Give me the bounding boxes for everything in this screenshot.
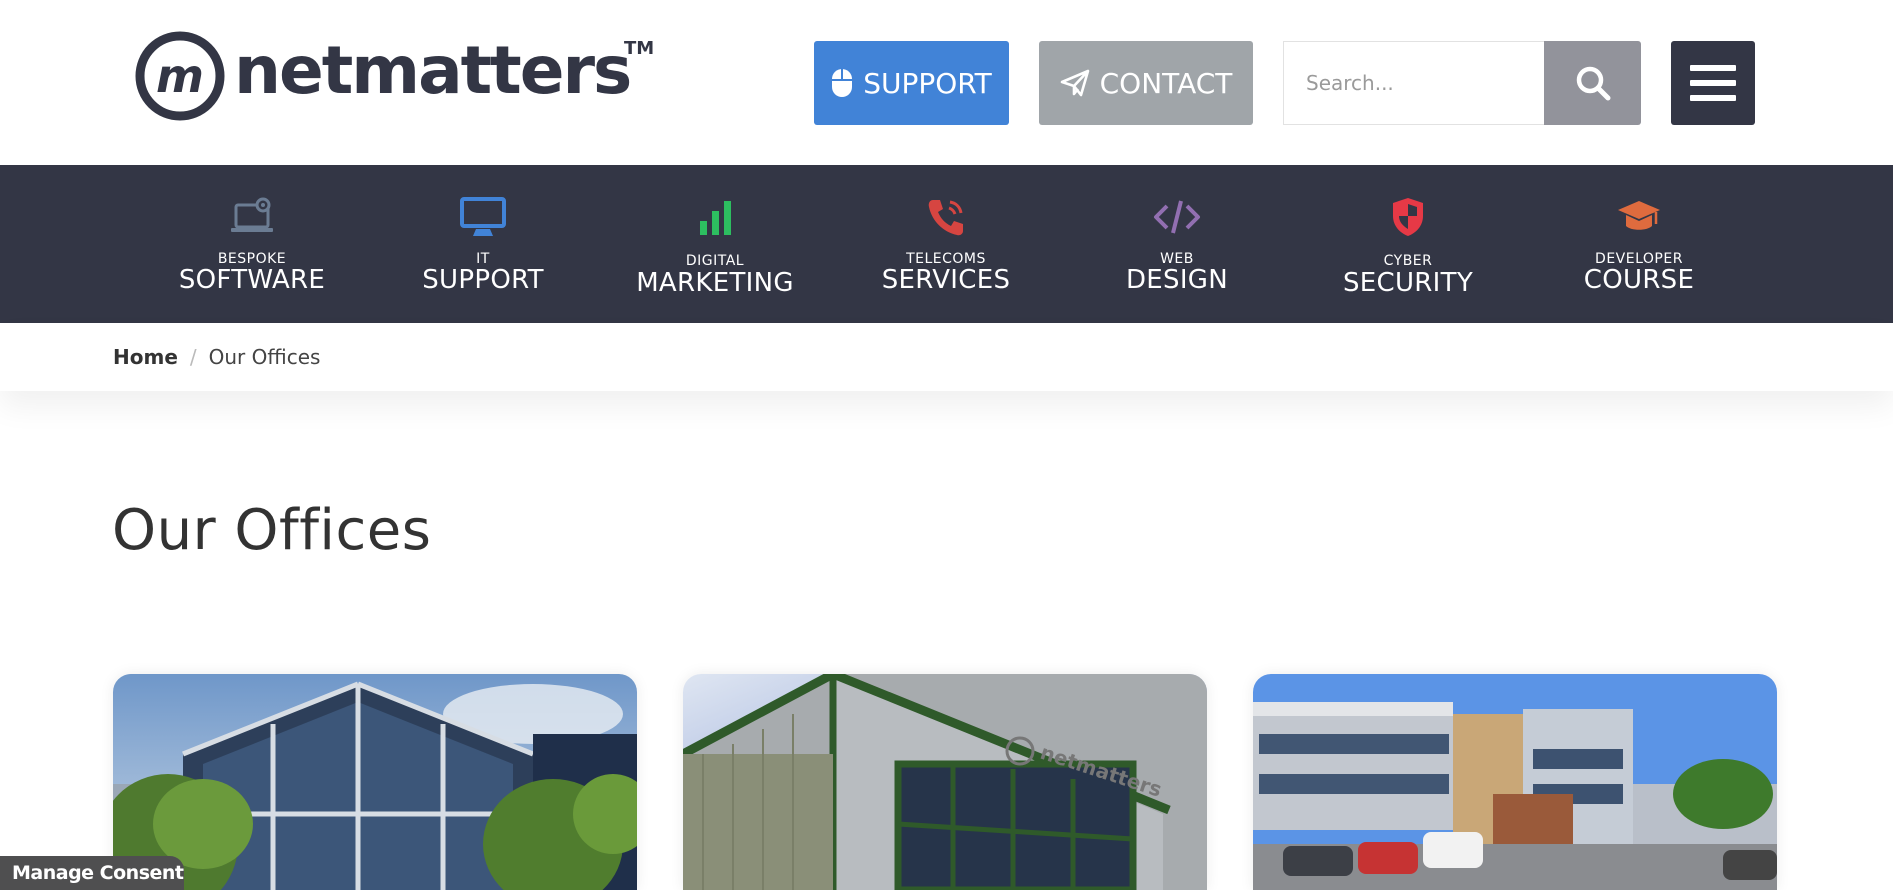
nav-big-label: COURSE: [1583, 265, 1695, 295]
logo-trademark: TM: [624, 38, 655, 59]
support-button[interactable]: SUPPORT: [814, 41, 1009, 125]
site-header: m netmatters TM SUPPORT CONTACT: [0, 0, 1893, 165]
search-form: [1283, 41, 1641, 125]
services-nav: BESPOKE SOFTWARE IT SUPPORT DIGITAL MARK…: [0, 165, 1893, 323]
nav-item-digital-marketing[interactable]: DIGITAL MARKETING: [625, 165, 805, 323]
breadcrumb-current: Our Offices: [208, 345, 321, 369]
code-icon: [1152, 195, 1202, 239]
contact-button[interactable]: CONTACT: [1039, 41, 1253, 125]
paper-plane-icon: [1060, 69, 1089, 97]
office-photo: [1253, 674, 1777, 890]
logo-monogram-icon: m: [135, 31, 225, 121]
bar-chart-icon: [690, 195, 740, 239]
support-button-label: SUPPORT: [863, 66, 992, 100]
menu-bar: [1690, 80, 1736, 86]
nav-big-label: SUPPORT: [422, 265, 544, 295]
nav-item-developer-course[interactable]: DEVELOPER COURSE: [1549, 165, 1729, 323]
phone-icon: [921, 195, 971, 239]
office-photo: netmatters: [683, 674, 1207, 890]
page-title: Our Offices: [112, 498, 432, 563]
mouse-icon: [832, 69, 853, 97]
netmatters-logo[interactable]: m netmatters TM: [134, 28, 654, 123]
nav-item-bespoke-software[interactable]: BESPOKE SOFTWARE: [162, 165, 342, 323]
graduation-cap-icon: [1614, 195, 1664, 239]
manage-consent-button[interactable]: Manage Consent: [0, 856, 184, 890]
breadcrumb: Home / Our Offices: [113, 345, 320, 369]
nav-item-web-design[interactable]: WEB DESIGN: [1087, 165, 1267, 323]
office-card[interactable]: netmatters: [683, 674, 1207, 890]
menu-bar: [1690, 65, 1736, 71]
nav-item-telecoms-services[interactable]: TELECOMS SERVICES: [856, 165, 1036, 323]
nav-big-label: DESIGN: [1125, 265, 1229, 295]
nav-big-label: SECURITY: [1342, 268, 1473, 298]
search-button[interactable]: [1544, 41, 1641, 125]
nav-item-cyber-security[interactable]: CYBER SECURITY: [1318, 165, 1498, 323]
breadcrumb-separator: /: [189, 345, 197, 369]
hamburger-menu-button[interactable]: [1671, 41, 1755, 125]
logo-wordmark: netmatters: [234, 32, 632, 109]
office-card[interactable]: [1253, 674, 1777, 890]
menu-bar: [1690, 95, 1736, 101]
office-photo: [113, 674, 637, 890]
laptop-gear-icon: [227, 195, 277, 239]
nav-big-label: SERVICES: [881, 265, 1011, 295]
nav-small-label: CYBER: [1383, 253, 1433, 269]
breadcrumb-home-link[interactable]: Home: [113, 345, 178, 369]
nav-big-label: SOFTWARE: [178, 265, 326, 295]
nav-big-label: MARKETING: [636, 268, 794, 298]
svg-text:m: m: [156, 49, 204, 103]
nav-item-it-support[interactable]: IT SUPPORT: [393, 165, 573, 323]
nav-small-label: DIGITAL: [685, 253, 745, 269]
monitor-icon: [458, 195, 508, 239]
search-icon: [1576, 66, 1610, 101]
shield-icon: [1383, 195, 1433, 239]
breadcrumb-bar: Home / Our Offices: [0, 323, 1893, 391]
search-input[interactable]: [1283, 41, 1544, 125]
contact-button-label: CONTACT: [1099, 66, 1233, 100]
office-card[interactable]: [113, 674, 637, 890]
